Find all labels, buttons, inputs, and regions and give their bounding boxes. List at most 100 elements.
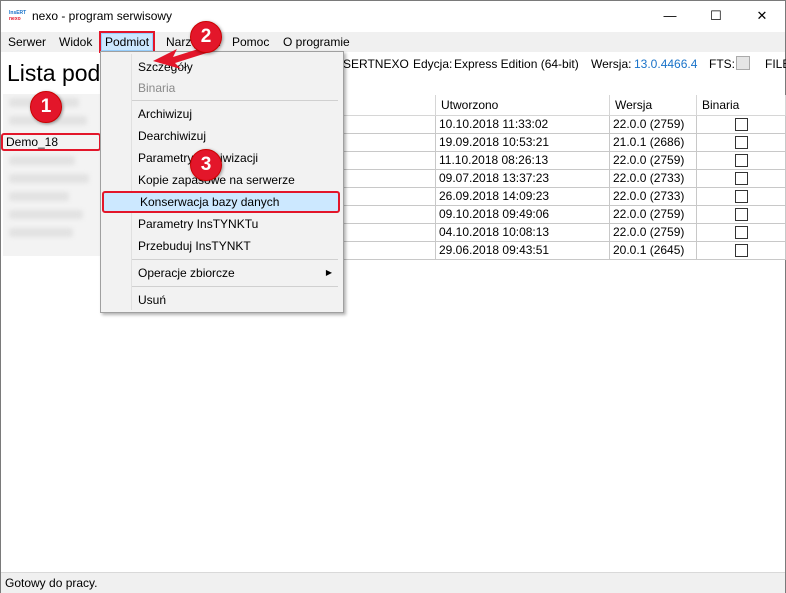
cell-version: 20.0.1 (2645) <box>610 242 697 260</box>
cell-blank <box>339 152 436 170</box>
table-row[interactable]: 19.09.2018 10:53:21 21.0.1 (2686) <box>339 134 786 152</box>
menu-item-szczegoly[interactable]: Szczegóły <box>102 56 340 78</box>
table-row[interactable]: 09.10.2018 09:49:06 22.0.0 (2759) <box>339 206 786 224</box>
binaria-checkbox[interactable] <box>735 154 748 167</box>
binaria-checkbox[interactable] <box>735 226 748 239</box>
cell-binaria <box>697 170 786 188</box>
file-label: FILE <box>765 57 786 71</box>
menu-item-kopie-zapasowe[interactable]: Kopie zapasowe na serwerze <box>102 169 340 191</box>
menu-item-archiwizuj[interactable]: Archiwizuj <box>102 103 340 125</box>
server-name: SERTNEXO <box>343 57 409 71</box>
blurred-entry <box>9 228 73 237</box>
cell-blank <box>339 242 436 260</box>
fts-checkbox[interactable] <box>736 56 750 70</box>
table-row[interactable]: 09.07.2018 13:37:23 22.0.0 (2733) <box>339 170 786 188</box>
close-button[interactable]: ✕ <box>739 1 785 31</box>
step-badge-2: 2 <box>190 21 222 53</box>
cell-binaria <box>697 206 786 224</box>
cell-blank <box>339 134 436 152</box>
cell-blank <box>339 170 436 188</box>
menu-item-operacje-zbiorcze[interactable]: Operacje zbiorcze ▶ <box>102 262 340 284</box>
binaria-checkbox[interactable] <box>735 172 748 185</box>
fts-label: FTS: <box>709 57 735 71</box>
app-logo-icon: InsERT nexo <box>9 10 27 22</box>
table-row[interactable]: 10.10.2018 11:33:02 22.0.0 (2759) <box>339 116 786 134</box>
menu-bar: Serwer Widok Podmiot Narzędzia Pomoc O p… <box>1 31 785 53</box>
table-row[interactable]: 26.09.2018 14:09:23 22.0.0 (2733) <box>339 188 786 206</box>
cell-binaria <box>697 134 786 152</box>
cell-created: 29.06.2018 09:43:51 <box>436 242 610 260</box>
cell-blank <box>339 116 436 134</box>
menu-item-dearchiwizuj[interactable]: Dearchiwizuj <box>102 125 340 147</box>
menu-serwer[interactable]: Serwer <box>5 34 49 50</box>
page-title: Lista pod <box>7 60 101 86</box>
binaria-checkbox[interactable] <box>735 136 748 149</box>
cell-version: 22.0.0 (2759) <box>610 206 697 224</box>
menu-item-binaria: Binaria <box>138 81 176 95</box>
menu-podmiot[interactable]: Podmiot <box>98 31 156 53</box>
menu-item-parametry-instynkt[interactable]: Parametry InsTYNKTu <box>102 213 340 235</box>
menu-item-label: Operacje zbiorcze <box>138 266 235 280</box>
cell-created: 26.09.2018 14:09:23 <box>436 188 610 206</box>
menu-pomoc[interactable]: Pomoc <box>229 34 272 50</box>
company-item-demo18[interactable]: Demo_18 <box>1 133 101 151</box>
cell-binaria <box>697 188 786 206</box>
edition-label: Edycja: <box>413 57 453 71</box>
cell-created: 09.10.2018 09:49:06 <box>436 206 610 224</box>
cell-created: 19.09.2018 10:53:21 <box>436 134 610 152</box>
column-header-version[interactable]: Wersja <box>610 95 697 115</box>
cell-blank <box>339 224 436 242</box>
podmiot-dropdown-menu: Szczegóły Binaria Archiwizuj Dearchiwizu… <box>100 51 344 313</box>
menu-o-programie[interactable]: O programie <box>280 34 353 50</box>
blurred-entry <box>9 210 83 219</box>
window-title: nexo - program serwisowy <box>32 9 173 23</box>
binaria-checkbox[interactable] <box>735 118 748 131</box>
cell-created: 09.07.2018 13:37:23 <box>436 170 610 188</box>
menu-separator <box>132 286 338 287</box>
cell-created: 04.10.2018 10:08:13 <box>436 224 610 242</box>
version-label: Wersja: <box>591 57 632 71</box>
menu-separator <box>132 259 338 260</box>
edition-value: Express Edition (64-bit) <box>454 57 579 71</box>
blurred-entry <box>9 192 69 201</box>
app-window: InsERT nexo nexo - program serwisowy — ☐… <box>0 0 786 593</box>
binaria-checkbox[interactable] <box>735 244 748 257</box>
cell-version: 22.0.0 (2759) <box>610 224 697 242</box>
cell-version: 22.0.0 (2733) <box>610 188 697 206</box>
table-header: Utworzono Wersja Binaria <box>339 95 786 116</box>
title-bar: InsERT nexo nexo - program serwisowy — ☐… <box>1 1 785 31</box>
minimize-button[interactable]: — <box>647 1 693 31</box>
table-row[interactable]: 11.10.2018 08:26:13 22.0.0 (2759) <box>339 152 786 170</box>
blurred-entry <box>9 174 89 183</box>
menu-item-usun[interactable]: Usuń <box>102 289 340 311</box>
menu-item-przebuduj-instynkt[interactable]: Przebuduj InsTYNKT <box>102 235 340 257</box>
cell-binaria <box>697 224 786 242</box>
cell-created: 10.10.2018 11:33:02 <box>436 116 610 134</box>
cell-version: 22.0.0 (2759) <box>610 152 697 170</box>
maximize-button[interactable]: ☐ <box>693 1 739 31</box>
cell-version: 22.0.0 (2733) <box>610 170 697 188</box>
status-text: Gotowy do pracy. <box>5 576 98 590</box>
version-value: 13.0.4466.4 <box>634 57 698 71</box>
menu-item-konserwacja[interactable]: Konserwacja bazy danych <box>102 191 340 213</box>
column-header-created[interactable]: Utworzono <box>436 95 610 115</box>
table-row[interactable]: 04.10.2018 10:08:13 22.0.0 (2759) <box>339 224 786 242</box>
table-row[interactable]: 29.06.2018 09:43:51 20.0.1 (2645) <box>339 242 786 260</box>
blurred-entry <box>9 156 75 165</box>
column-header-blank[interactable] <box>339 95 436 115</box>
cell-created: 11.10.2018 08:26:13 <box>436 152 610 170</box>
cell-version: 22.0.0 (2759) <box>610 116 697 134</box>
column-header-binaria[interactable]: Binaria <box>697 95 786 115</box>
step-badge-1: 1 <box>30 91 62 123</box>
cell-binaria <box>697 116 786 134</box>
binaria-checkbox[interactable] <box>735 208 748 221</box>
step-badge-3: 3 <box>190 149 222 181</box>
menu-widok[interactable]: Widok <box>56 34 95 50</box>
binaria-checkbox[interactable] <box>735 190 748 203</box>
cell-blank <box>339 188 436 206</box>
cell-blank <box>339 206 436 224</box>
status-bar: Gotowy do pracy. <box>1 572 785 593</box>
cell-version: 21.0.1 (2686) <box>610 134 697 152</box>
cell-binaria <box>697 152 786 170</box>
cell-binaria <box>697 242 786 260</box>
